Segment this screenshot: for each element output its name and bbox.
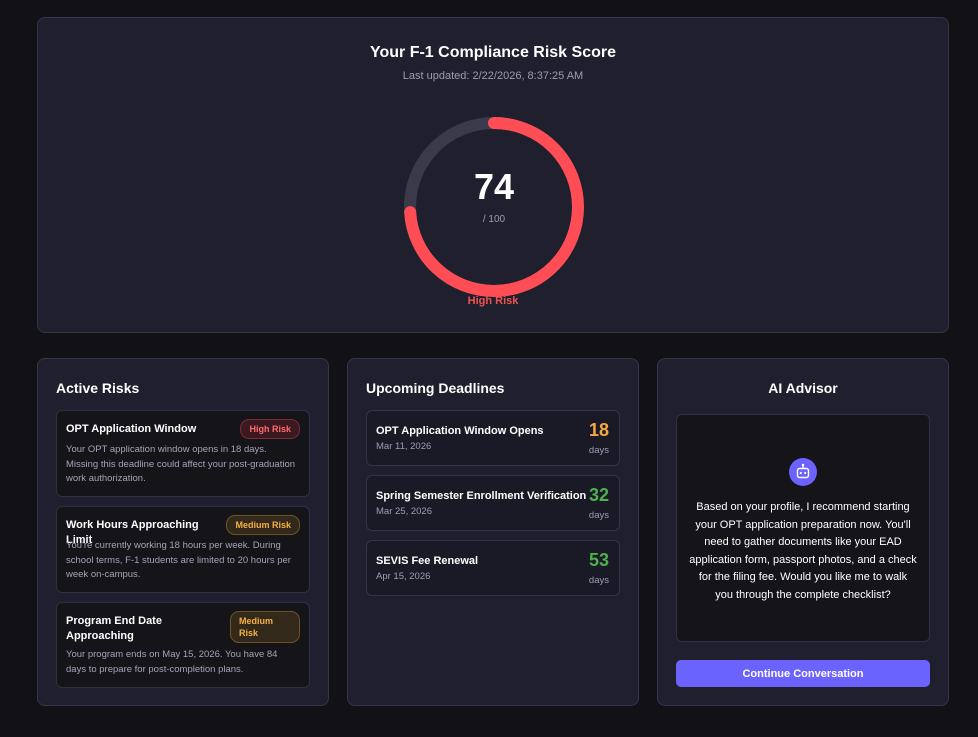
deadline-days-count: 18: [588, 420, 609, 440]
deadline-days-unit: days: [588, 575, 609, 586]
score-title: Your F-1 Compliance Risk Score: [370, 44, 616, 61]
deadline-card[interactable]: SEVIS Fee Renewal Apr 15, 2026 53 days: [366, 540, 620, 596]
deadline-date: Apr 15, 2026: [376, 571, 431, 582]
continue-conversation-button[interactable]: Continue Conversation: [676, 660, 930, 687]
upcoming-deadlines-heading: Upcoming Deadlines: [366, 380, 505, 396]
advisor-message: Based on your profile, I recommend start…: [689, 501, 917, 601]
deadline-days-unit: days: [588, 445, 609, 456]
ai-advisor-heading: AI Advisor: [768, 380, 838, 396]
deadline-card[interactable]: OPT Application Window Opens Mar 11, 202…: [366, 410, 620, 466]
deadline-title: SEVIS Fee Renewal: [376, 555, 479, 567]
ai-advisor-panel: AI Advisor Based on your profile, I reco…: [657, 358, 949, 706]
deadline-days-count: 32: [588, 485, 609, 505]
risk-badge-medium: Medium Risk: [226, 515, 300, 535]
risk-score-panel: Your F-1 Compliance Risk Score Last upda…: [37, 17, 949, 333]
active-risks-panel: Active Risks OPT Application Window High…: [37, 358, 329, 706]
last-updated-text: Last updated: 2/22/2026, 8:37:25 AM: [402, 70, 584, 82]
deadline-card[interactable]: Spring Semester Enrollment Verification …: [366, 475, 620, 531]
deadline-date: Mar 11, 2026: [376, 441, 432, 452]
score-value: 74: [473, 166, 515, 207]
risk-card[interactable]: Work Hours Approaching Limit Medium Risk…: [56, 506, 310, 593]
deadline-title: Spring Semester Enrollment Verification: [376, 490, 587, 502]
risk-description: Your program ends on May 15, 2026. You h…: [66, 649, 278, 675]
risk-badge-high: High Risk: [240, 419, 300, 439]
risk-title: Program End Date Approaching: [66, 615, 162, 642]
risk-badge-medium: Medium Risk: [230, 611, 300, 643]
risk-card[interactable]: OPT Application Window High Risk Your OP…: [56, 410, 310, 497]
deadline-date: Mar 25, 2026: [376, 506, 432, 517]
advisor-message-box: Based on your profile, I recommend start…: [676, 414, 930, 642]
score-max: / 100: [482, 214, 506, 225]
deadline-days-count: 53: [588, 550, 609, 570]
risk-description: Your OPT application window opens in 18 …: [66, 444, 296, 484]
risk-description: You're currently working 18 hours per we…: [66, 540, 291, 580]
upcoming-deadlines-panel: Upcoming Deadlines OPT Application Windo…: [347, 358, 639, 706]
risk-level-label: High Risk: [467, 295, 519, 307]
risk-title: OPT Application Window: [66, 423, 197, 435]
risk-card[interactable]: Program End Date Approaching Medium Risk…: [56, 602, 310, 688]
robot-icon: [789, 458, 817, 486]
deadline-days-unit: days: [588, 510, 609, 521]
deadline-title: OPT Application Window Opens: [376, 425, 544, 437]
active-risks-heading: Active Risks: [56, 380, 140, 396]
